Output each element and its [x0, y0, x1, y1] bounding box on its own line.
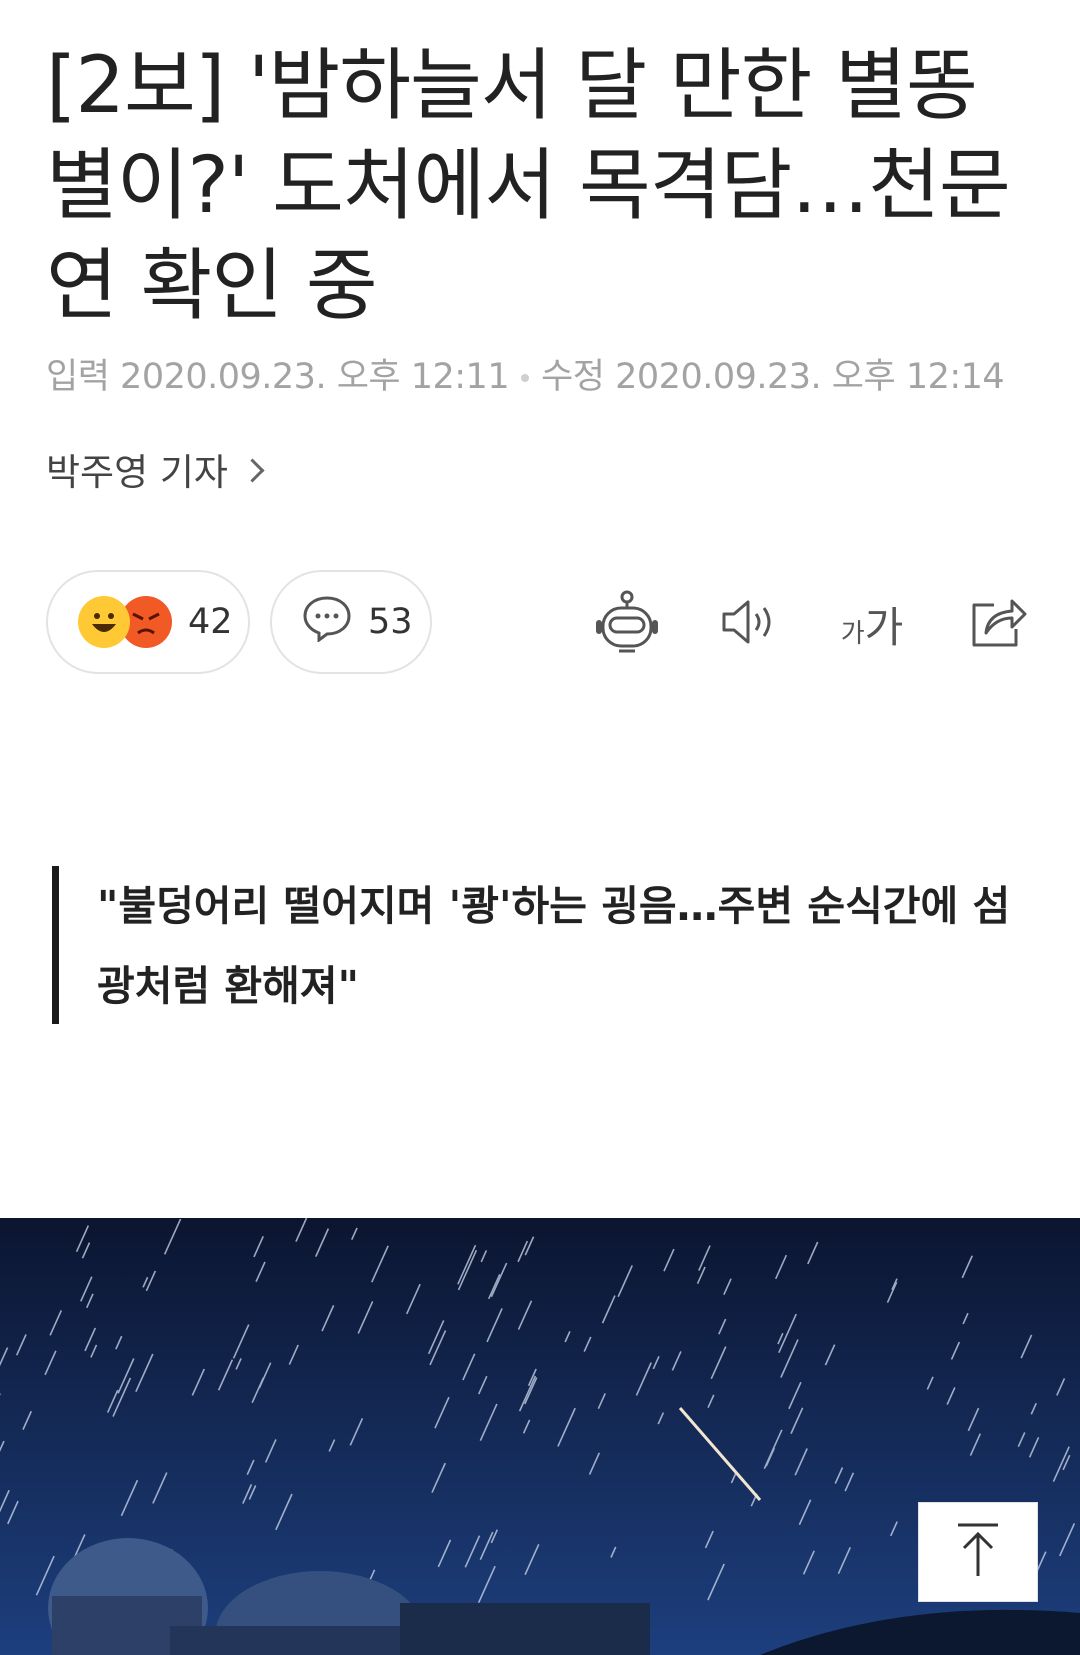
robot-summary-icon	[593, 590, 661, 658]
comment-count: 53	[368, 602, 413, 642]
font-size-small-label: 가	[840, 618, 865, 649]
font-size-large-label: 가	[864, 602, 904, 652]
author-name: 박주영 기자	[46, 451, 228, 494]
subtitle-text: "불덩어리 떨어지며 '쾅'하는 굉음…주변 순식간에 섬광처럼 환해져"	[97, 882, 1011, 1010]
input-time: 2020.09.23. 오후 12:11	[120, 357, 510, 397]
share-icon	[968, 595, 1028, 653]
author-link[interactable]: 박주영 기자	[46, 442, 265, 496]
font-size-icon: 가가	[841, 594, 904, 655]
text-to-speech-button[interactable]	[710, 584, 790, 664]
reaction-button[interactable]: 42	[46, 570, 250, 674]
comment-icon	[302, 594, 352, 651]
comment-button[interactable]: 53	[270, 570, 432, 674]
modified-label: 수정	[541, 357, 605, 397]
input-label: 입력	[46, 357, 110, 397]
article-timestamps: 입력 2020.09.23. 오후 12:11 수정 2020.09.23. 오후…	[46, 348, 1005, 399]
arrow-up-icon	[956, 1522, 1000, 1582]
article-subtitle-quote: "불덩어리 떨어지며 '쾅'하는 굉음…주변 순식간에 섬광처럼 환해져"	[52, 866, 1012, 1024]
article-title: [2보] '밤하늘서 달 만한 별똥별이?' 도처에서 목격담…천문연 확인 중	[46, 41, 1011, 331]
scroll-to-top-button[interactable]	[918, 1502, 1038, 1602]
modified-time: 2020.09.23. 오후 12:14	[615, 357, 1005, 397]
happy-emoji-icon	[78, 596, 130, 648]
robot-summary-button[interactable]	[587, 584, 667, 664]
font-size-button[interactable]: 가가	[832, 584, 912, 664]
separator-dot	[521, 374, 530, 382]
speaker-icon	[720, 597, 780, 651]
reaction-count: 42	[188, 602, 233, 642]
chevron-right-icon	[240, 457, 265, 483]
share-button[interactable]	[958, 584, 1038, 664]
